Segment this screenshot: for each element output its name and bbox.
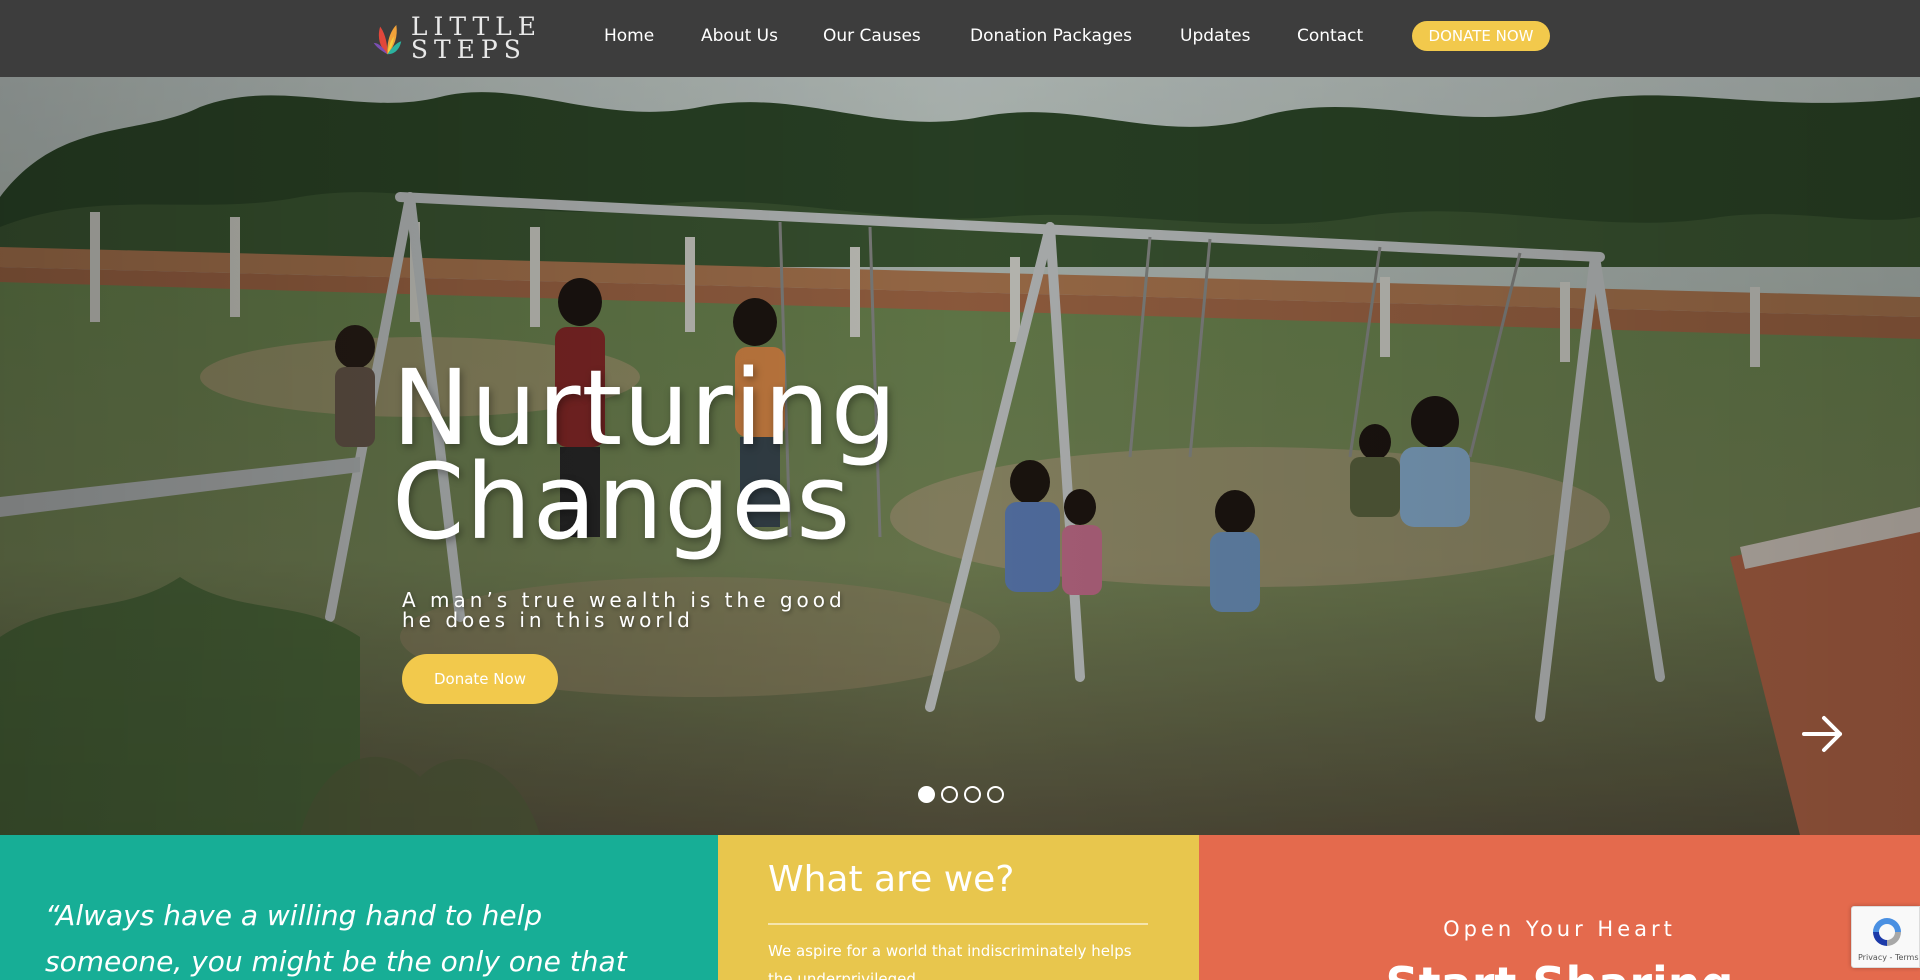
logo-line-2: STEPS xyxy=(410,35,527,64)
what-are-we-heading: What are we? xyxy=(768,859,1015,900)
open-your-heart-label: Open Your Heart xyxy=(1443,917,1676,941)
hero-donate-button[interactable]: Donate Now xyxy=(402,654,558,704)
hero-subtitle: A man’s true wealth is the good he does … xyxy=(402,588,846,632)
hero-title: Nurturing Changes xyxy=(392,356,898,563)
nav-donate-button[interactable]: DONATE NOW xyxy=(1412,21,1550,51)
what-are-we-text: We aspire for a world that indiscriminat… xyxy=(768,942,1132,980)
quote-text: “Always have a willing hand to help some… xyxy=(45,899,627,978)
hero-background-image xyxy=(0,77,1920,835)
divider xyxy=(768,923,1148,925)
slider-dot-3[interactable] xyxy=(964,786,981,803)
nav-item-donation-packages[interactable]: Donation Packages xyxy=(970,24,1132,48)
slider-pagination xyxy=(918,786,1004,803)
start-sharing-heading: Start Sharing xyxy=(1199,957,1920,980)
what-are-we-panel: What are we? We aspire for a world that … xyxy=(718,835,1199,980)
nav-item-our-causes[interactable]: Our Causes xyxy=(823,24,921,48)
nav-item-updates[interactable]: Updates xyxy=(1180,24,1250,48)
logo-leaf-icon xyxy=(373,25,402,55)
next-slide-arrow-icon[interactable] xyxy=(1798,709,1848,759)
logo-wordmark: LITTLE STEPS xyxy=(410,14,542,64)
open-your-heart-panel: Open Your Heart Start Sharing xyxy=(1199,835,1920,980)
quote-panel: “Always have a willing hand to help some… xyxy=(0,835,718,980)
slider-dot-4[interactable] xyxy=(987,786,1004,803)
hero-title-line-2: Changes xyxy=(392,441,852,563)
recaptcha-badge[interactable]: Privacy - Terms xyxy=(1851,906,1920,968)
slider-dot-2[interactable] xyxy=(941,786,958,803)
top-navigation-bar: LITTLE STEPS Home About Us Our Causes Do… xyxy=(0,0,1920,77)
nav-item-home[interactable]: Home xyxy=(604,24,654,48)
recaptcha-links[interactable]: Privacy - Terms xyxy=(1858,953,1919,962)
nav-item-contact[interactable]: Contact xyxy=(1297,24,1363,48)
recaptcha-icon xyxy=(1873,918,1901,946)
nav-item-about-us[interactable]: About Us xyxy=(701,24,778,48)
slider-dot-1[interactable] xyxy=(918,786,935,803)
hero-slider: Nurturing Changes A man’s true wealth is… xyxy=(0,77,1920,835)
site-logo[interactable]: LITTLE STEPS xyxy=(372,14,542,62)
